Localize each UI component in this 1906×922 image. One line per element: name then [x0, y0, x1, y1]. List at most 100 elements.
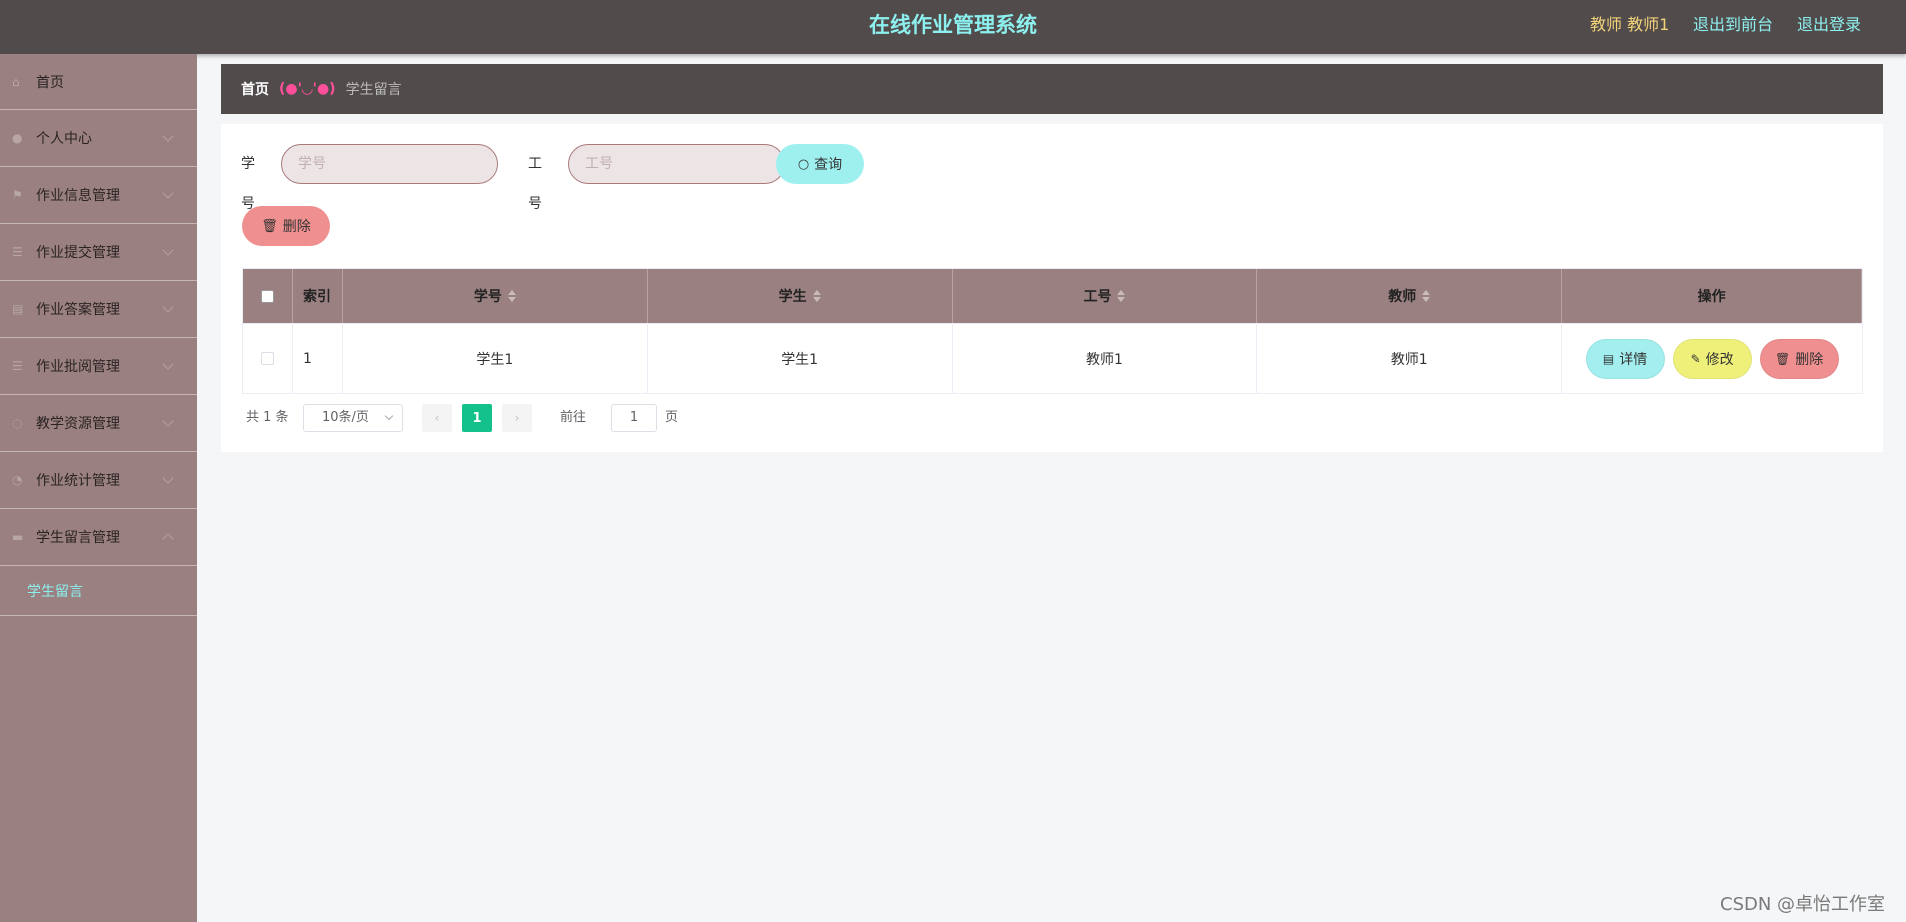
page-size-value: 10条/页	[322, 410, 369, 425]
main-panel: 学号 学号 工号 工号 ○ 查询 🗑 删除 索引 学号 学生 工号 教师 操作 …	[221, 124, 1883, 452]
sidebar-item-label: 首页	[36, 74, 64, 91]
header-teacher[interactable]: 教师	[1257, 269, 1563, 323]
header-index: 索引	[293, 269, 343, 323]
breadcrumb: 首页 (●'◡'●) 学生留言	[221, 64, 1883, 114]
batch-delete-button[interactable]: 🗑 删除	[242, 206, 330, 246]
row-checkbox[interactable]	[260, 352, 274, 365]
chart-icon: ◔	[12, 473, 23, 487]
header-student[interactable]: 学生	[648, 269, 953, 323]
chevron-down-icon	[162, 244, 174, 256]
next-page-button[interactable]: ›	[502, 404, 532, 432]
page-size-select[interactable]: 10条/页	[303, 404, 403, 432]
document-icon: ▤	[12, 302, 24, 316]
edit-icon: ✎	[1690, 351, 1701, 366]
sidebar-item-label: 作业答案管理	[36, 302, 120, 318]
detail-button-label: 详情	[1619, 351, 1648, 368]
header-label: 工号	[1083, 289, 1112, 305]
sidebar-item-label: 教学资源管理	[36, 416, 120, 432]
page-suffix-label: 页	[665, 410, 679, 425]
document-icon: ▤	[1602, 351, 1615, 366]
sidebar-item-student-messages[interactable]: ▬ 学生留言管理	[0, 509, 197, 566]
sort-icon[interactable]	[1422, 289, 1431, 303]
flag-icon: ⚑	[12, 188, 23, 202]
chevron-up-icon	[162, 533, 174, 545]
delete-button[interactable]: 🗑 删除	[1759, 338, 1839, 379]
messages-table: 索引 学号 学生 工号 教师 操作 1 学生1 学生1 教师1 教师1 ▤ 详情…	[242, 268, 1863, 394]
row-actions: ▤ 详情 ✎ 修改 🗑 删除	[1562, 324, 1862, 393]
search-icon: ○	[797, 156, 810, 172]
chevron-down-icon	[162, 187, 174, 199]
select-all-checkbox[interactable]	[260, 289, 274, 303]
sidebar-item-label: 作业信息管理	[36, 188, 120, 204]
header-label: 学生	[778, 289, 807, 305]
breadcrumb-home[interactable]: 首页	[241, 79, 269, 99]
edit-button-label: 修改	[1705, 351, 1734, 368]
sidebar-item-homework-submit[interactable]: ☰ 作业提交管理	[0, 224, 197, 281]
student-no-input[interactable]: 学号	[281, 144, 498, 184]
header-label: 学号	[473, 289, 502, 305]
chevron-down-icon	[162, 415, 174, 427]
sidebar-item-homework-stats[interactable]: ◔ 作业统计管理	[0, 452, 197, 509]
chevron-down-icon	[162, 301, 174, 313]
prev-page-button[interactable]: ‹	[422, 404, 452, 432]
top-header: 在线作业管理系统 教师 教师1 退出到前台 退出登录	[0, 0, 1906, 54]
row-index: 1	[293, 324, 343, 393]
table-header: 索引 学号 学生 工号 教师 操作	[243, 269, 1862, 323]
sidebar-item-homework-review[interactable]: ☰ 作业批阅管理	[0, 338, 197, 395]
detail-button[interactable]: ▤ 详情	[1585, 338, 1665, 379]
sidebar-subitem-student-messages[interactable]: 学生留言	[0, 566, 197, 616]
sidebar-item-homework-answer[interactable]: ▤ 作业答案管理	[0, 281, 197, 338]
pagination: 共 1 条 10条/页 ‹ 1 › 前往 1 页	[242, 404, 842, 432]
row-checkbox-cell	[243, 324, 293, 393]
sidebar-item-personal-center[interactable]: ● 个人中心	[0, 110, 197, 167]
chevron-down-icon	[162, 358, 174, 370]
resource-icon: ◌	[12, 416, 23, 430]
header-teacher-no[interactable]: 工号	[953, 269, 1258, 323]
header-actions: 操作	[1562, 269, 1862, 323]
query-button[interactable]: ○ 查询	[776, 144, 864, 184]
chevron-down-icon	[384, 411, 394, 421]
watermark: CSDN @卓怡工作室	[1720, 894, 1886, 915]
goto-label: 前往	[560, 410, 587, 425]
teacher-no-input[interactable]: 工号	[568, 144, 785, 184]
sidebar-item-label: 学生留言管理	[36, 530, 120, 546]
teacher-no-label: 工号	[528, 156, 542, 212]
home-icon: ⌂	[12, 75, 20, 89]
goto-page-input[interactable]: 1	[611, 404, 657, 432]
exit-to-front-link[interactable]: 退出到前台	[1693, 0, 1773, 50]
sidebar-item-homework-info[interactable]: ⚑ 作业信息管理	[0, 167, 197, 224]
page-number-current[interactable]: 1	[462, 404, 492, 432]
sort-icon[interactable]	[507, 289, 516, 303]
sort-icon[interactable]	[1117, 289, 1126, 303]
row-teacher: 教师1	[1257, 324, 1563, 393]
sidebar-item-home[interactable]: ⌂ 首页	[0, 54, 197, 110]
row-teacher-no: 教师1	[953, 324, 1258, 393]
sidebar-item-label: 个人中心	[36, 131, 92, 147]
trash-icon: 🗑	[261, 218, 278, 234]
trash-icon: 🗑	[1774, 351, 1791, 366]
row-student: 学生1	[648, 324, 953, 393]
delete-button-label: 删除	[1795, 351, 1824, 368]
user-icon: ●	[12, 131, 23, 145]
breadcrumb-separator: (●'◡'●)	[279, 81, 336, 97]
logout-link[interactable]: 退出登录	[1797, 0, 1861, 50]
list-icon: ☰	[12, 245, 23, 259]
pagination-total: 共 1 条	[246, 410, 289, 425]
sidebar-item-teaching-resources[interactable]: ◌ 教学资源管理	[0, 395, 197, 452]
list-icon: ☰	[12, 359, 23, 373]
header-student-no[interactable]: 学号	[343, 269, 648, 323]
sidebar-item-label: 作业提交管理	[36, 245, 120, 261]
row-student-no: 学生1	[343, 324, 648, 393]
table-row: 1 学生1 学生1 教师1 教师1 ▤ 详情 ✎ 修改 🗑 删除	[243, 323, 1862, 393]
sidebar: ⌂ 首页 ● 个人中心 ⚑ 作业信息管理 ☰ 作业提交管理 ▤ 作业答案管理 ☰…	[0, 54, 197, 922]
batch-delete-label: 删除	[282, 219, 311, 235]
current-user-label: 教师 教师1	[1590, 15, 1670, 34]
header-checkbox-cell	[243, 269, 293, 323]
sort-icon[interactable]	[812, 289, 821, 303]
header-label: 教师	[1388, 289, 1417, 305]
sidebar-item-label: 作业批阅管理	[36, 359, 120, 375]
chevron-right-icon: ›	[514, 411, 520, 425]
edit-button[interactable]: ✎ 修改	[1672, 338, 1752, 379]
chevron-down-icon	[162, 472, 174, 484]
chevron-down-icon	[162, 130, 174, 142]
